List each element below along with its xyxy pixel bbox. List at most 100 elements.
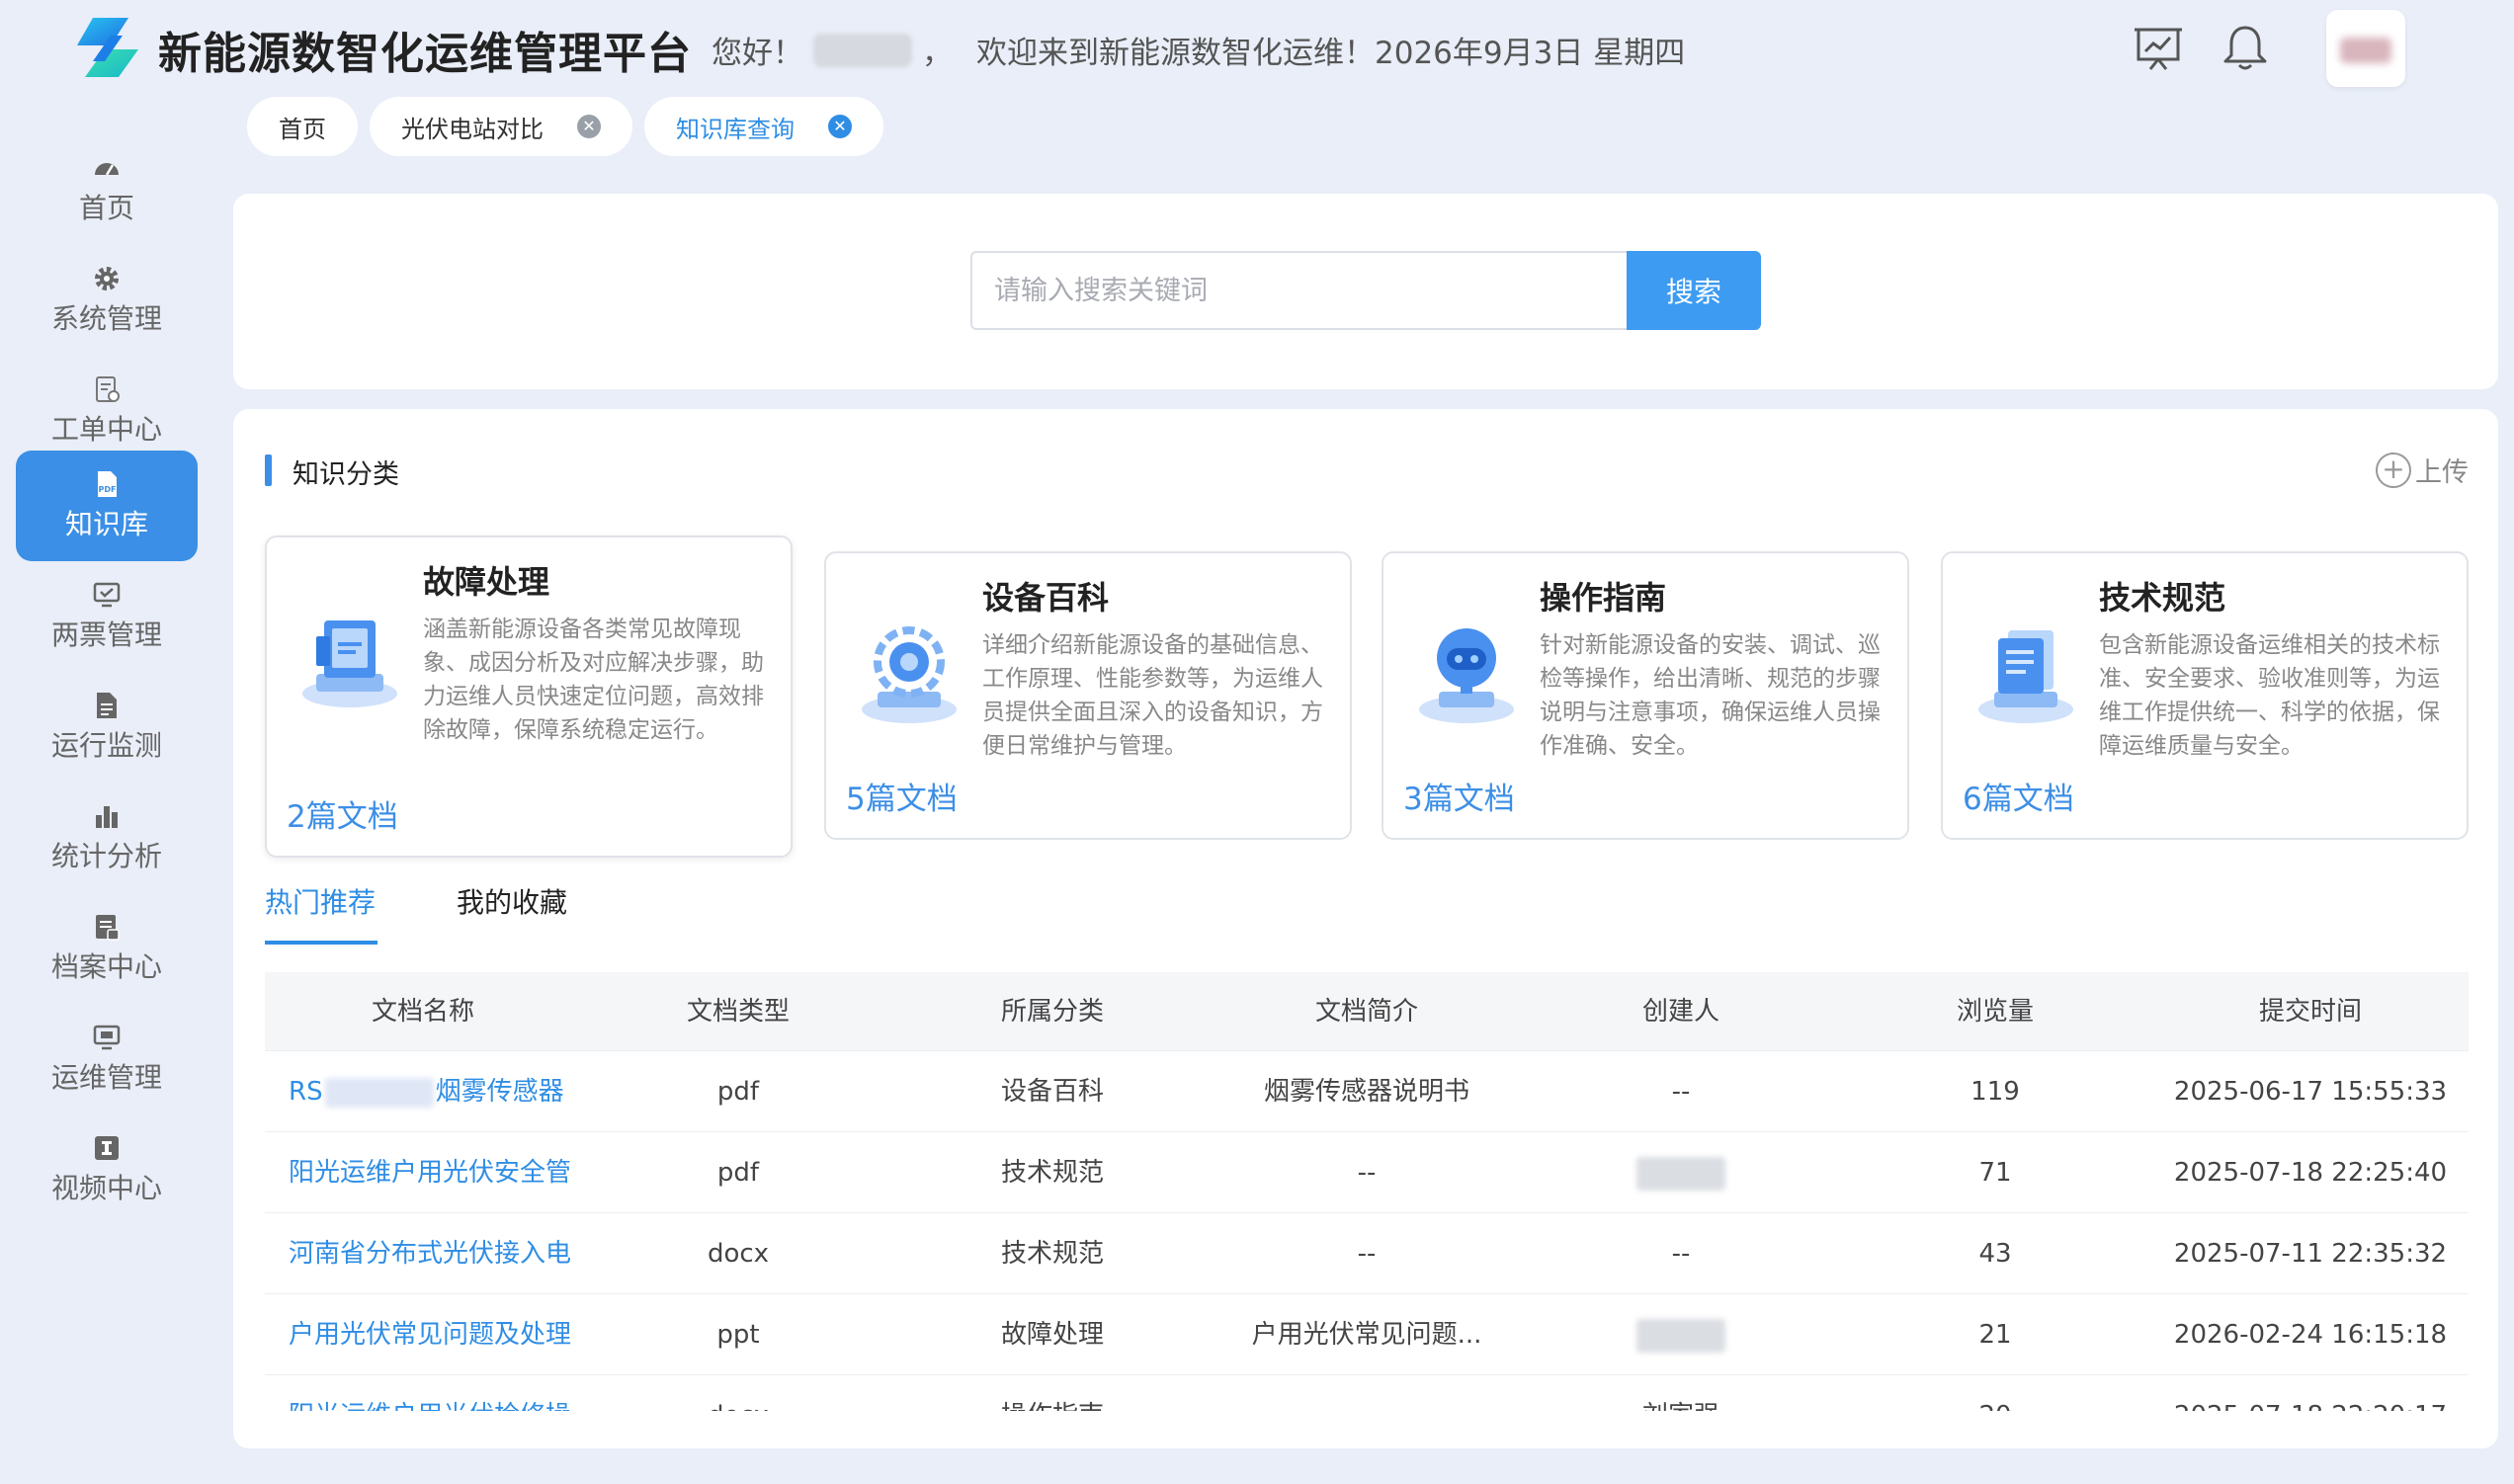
tab-my-favorites[interactable]: 我的收藏 bbox=[457, 881, 567, 921]
column-header-name[interactable]: 文档名称 bbox=[265, 972, 581, 1051]
doc-name-link[interactable]: 户用光伏常见问题及处理 bbox=[265, 1294, 581, 1375]
tag-knowledge-query[interactable]: 知识库查询 ✕ bbox=[644, 97, 883, 156]
doc-description: -- bbox=[1357, 1239, 1377, 1269]
sidebar-item-archive[interactable]: 档案中心 bbox=[16, 893, 198, 1004]
doc-name-link[interactable]: 阳光运维户用光伏安全管 bbox=[265, 1132, 581, 1213]
sidebar-item-system[interactable]: 系统管理 bbox=[16, 245, 198, 356]
card-doc-count: 5篇文档 bbox=[846, 782, 958, 817]
card-description: 针对新能源设备的安装、调试、巡检等操作，给出清晰、规范的步骤说明与注意事项，确保… bbox=[1540, 632, 1881, 759]
card-title: 技术规范 bbox=[2099, 579, 2226, 617]
doc-description: -- bbox=[1357, 1158, 1377, 1188]
card-description: 涵盖新能源设备各类常见故障现象、成因分析及对应解决步骤，助力运维人员快速定位问题… bbox=[423, 617, 764, 743]
tag-label: 知识库查询 bbox=[676, 115, 795, 143]
doc-type: pdf bbox=[716, 1077, 760, 1107]
column-header-type[interactable]: 文档类型 bbox=[581, 972, 895, 1051]
doc-creator bbox=[1524, 1294, 1838, 1375]
sidebar-item-statistics[interactable]: 统计分析 bbox=[16, 783, 198, 893]
search-input[interactable] bbox=[970, 251, 1627, 330]
sidebar-item-video[interactable]: 视频中心 bbox=[16, 1114, 198, 1225]
monitor-check-icon bbox=[93, 582, 121, 608]
sidebar-item-tickets[interactable]: 两票管理 bbox=[16, 561, 198, 672]
doc-views: 119 bbox=[1970, 1077, 2020, 1107]
sidebar-item-label: 运维管理 bbox=[50, 1061, 162, 1094]
card-title: 故障处理 bbox=[423, 563, 550, 601]
greeting-prefix: 您好！ bbox=[712, 36, 803, 71]
app-title: 新能源数智化运维管理平台 bbox=[158, 29, 692, 79]
tab-tags: 首页 光伏电站对比 ✕ 知识库查询 ✕ bbox=[247, 97, 883, 156]
doc-creator bbox=[1524, 1132, 1838, 1213]
category-card-guide[interactable]: 操作指南 针对新能源设备的安装、调试、巡检等操作，给出清晰、规范的步骤说明与注意… bbox=[1382, 551, 1909, 840]
category-card-fault[interactable]: 故障处理 涵盖新能源设备各类常见故障现象、成因分析及对应解决步骤，助力运维人员快… bbox=[265, 536, 793, 858]
doc-creator: -- bbox=[1671, 1077, 1691, 1107]
column-header-time[interactable]: 提交时间 bbox=[2152, 972, 2469, 1051]
doc-name-link[interactable]: RS 烟雾传感器 bbox=[265, 1051, 581, 1132]
doc-time: 2025-06-17 15:55:33 bbox=[2173, 1077, 2448, 1107]
tab-hot-recommend[interactable]: 热门推荐 bbox=[265, 881, 376, 921]
doc-time: 2026-02-24 16:15:18 bbox=[2173, 1320, 2448, 1350]
redacted-text bbox=[324, 1077, 434, 1108]
sidebar-item-home[interactable]: 首页 bbox=[16, 134, 198, 245]
logo-icon bbox=[77, 18, 138, 77]
greeting: 您好！ ， 欢迎来到新能源数智化运维！2026年9月3日 星期四 bbox=[712, 28, 1685, 72]
doc-views: 21 bbox=[1978, 1320, 2012, 1350]
chart-board-icon[interactable] bbox=[2133, 22, 2184, 73]
doc-category: 技术规范 bbox=[1000, 1158, 1104, 1188]
card-description: 包含新能源设备运维相关的技术标准、安全要求、验收准则等，为运维工作提供统一、科学… bbox=[2099, 632, 2440, 759]
fault-handling-icon bbox=[302, 620, 397, 707]
sidebar-item-operations[interactable]: 运维管理 bbox=[16, 1004, 198, 1114]
bell-icon[interactable] bbox=[2220, 22, 2271, 73]
table-row[interactable]: 河南省分布式光伏接入电 docx 技术规范 -- -- 43 2025-07-1… bbox=[265, 1213, 2469, 1294]
column-header-desc[interactable]: 文档简介 bbox=[1210, 972, 1524, 1051]
column-header-category[interactable]: 所属分类 bbox=[895, 972, 1210, 1051]
doc-name-link[interactable]: 河南省分布式光伏接入电 bbox=[265, 1213, 581, 1294]
table-header: 文档名称 文档类型 所属分类 文档简介 创建人 浏览量 提交时间 bbox=[265, 972, 2469, 1051]
tag-home[interactable]: 首页 bbox=[247, 97, 358, 156]
knowledge-panel: 知识分类 + 上传 故障处理 涵盖新能源设备各类常见故障现象、成因分析及对应解决… bbox=[233, 409, 2498, 1448]
table-row[interactable]: RS 烟雾传感器 pdf 设备百科 烟雾传感器说明书 -- 119 2025-06… bbox=[265, 1051, 2469, 1132]
user-name-redacted bbox=[813, 33, 912, 67]
redacted-creator bbox=[1636, 1156, 1725, 1191]
top-header: 新能源数智化运维管理平台 您好！ ， 欢迎来到新能源数智化运维！2026年9月3… bbox=[0, 0, 2514, 97]
avatar[interactable] bbox=[2326, 10, 2405, 87]
dashboard-icon bbox=[95, 163, 119, 176]
operation-guide-icon bbox=[1419, 628, 1514, 723]
table-scroll-clip bbox=[265, 1411, 2469, 1448]
document-icon bbox=[97, 693, 117, 718]
search-panel: 搜索 bbox=[233, 194, 2498, 389]
section-title: 知识分类 bbox=[293, 459, 399, 490]
category-card-spec[interactable]: 技术规范 包含新能源设备运维相关的技术标准、安全要求、验收准则等，为运维工作提供… bbox=[1941, 551, 2469, 840]
technical-spec-icon bbox=[1978, 630, 2073, 723]
sidebar-item-knowledge[interactable]: PDF 知识库 bbox=[16, 451, 198, 561]
close-icon[interactable]: ✕ bbox=[577, 115, 601, 138]
table-row[interactable]: 阳光运维户用光伏安全管 pdf 技术规范 -- 71 2025-07-18 22… bbox=[265, 1132, 2469, 1213]
doc-time: 2025-07-18 22:25:40 bbox=[2173, 1158, 2448, 1188]
upload-label: 上传 bbox=[2415, 457, 2469, 488]
section-marker bbox=[265, 454, 272, 486]
column-header-views[interactable]: 浏览量 bbox=[1838, 972, 2152, 1051]
sidebar-item-label: 两票管理 bbox=[50, 618, 162, 651]
work-order-icon bbox=[96, 376, 120, 402]
doc-category: 设备百科 bbox=[1000, 1077, 1104, 1107]
tag-label: 首页 bbox=[279, 115, 326, 143]
tag-pv-compare[interactable]: 光伏电站对比 ✕ bbox=[370, 97, 632, 156]
doc-type: pdf bbox=[716, 1158, 760, 1188]
table-row[interactable]: 户用光伏常见问题及处理 ppt 故障处理 户用光伏常见问题... 21 2026… bbox=[265, 1294, 2469, 1375]
column-header-creator[interactable]: 创建人 bbox=[1524, 972, 1838, 1051]
card-doc-count: 3篇文档 bbox=[1403, 782, 1515, 817]
sidebar-item-monitoring[interactable]: 运行监测 bbox=[16, 672, 198, 783]
sidebar-item-label: 运行监测 bbox=[50, 729, 162, 762]
doc-category: 故障处理 bbox=[1000, 1320, 1104, 1350]
doc-category: 技术规范 bbox=[1000, 1239, 1104, 1269]
doc-type: ppt bbox=[716, 1320, 760, 1350]
screen-icon bbox=[93, 1025, 121, 1050]
plus-circle-icon: + bbox=[2376, 452, 2411, 488]
close-icon[interactable]: ✕ bbox=[828, 115, 852, 138]
upload-button[interactable]: + 上传 bbox=[2376, 451, 2469, 489]
search-button[interactable]: 搜索 bbox=[1627, 251, 1761, 330]
doc-name-prefix: RS bbox=[289, 1077, 323, 1107]
doc-description: 烟雾传感器说明书 bbox=[1263, 1077, 1469, 1107]
category-card-equipment[interactable]: 设备百科 详细介绍新能源设备的基础信息、工作原理、性能参数等，为运维人员提供全面… bbox=[824, 551, 1352, 840]
video-icon bbox=[95, 1136, 119, 1160]
tag-label: 光伏电站对比 bbox=[401, 115, 544, 143]
sidebar-item-label: 知识库 bbox=[64, 508, 148, 540]
